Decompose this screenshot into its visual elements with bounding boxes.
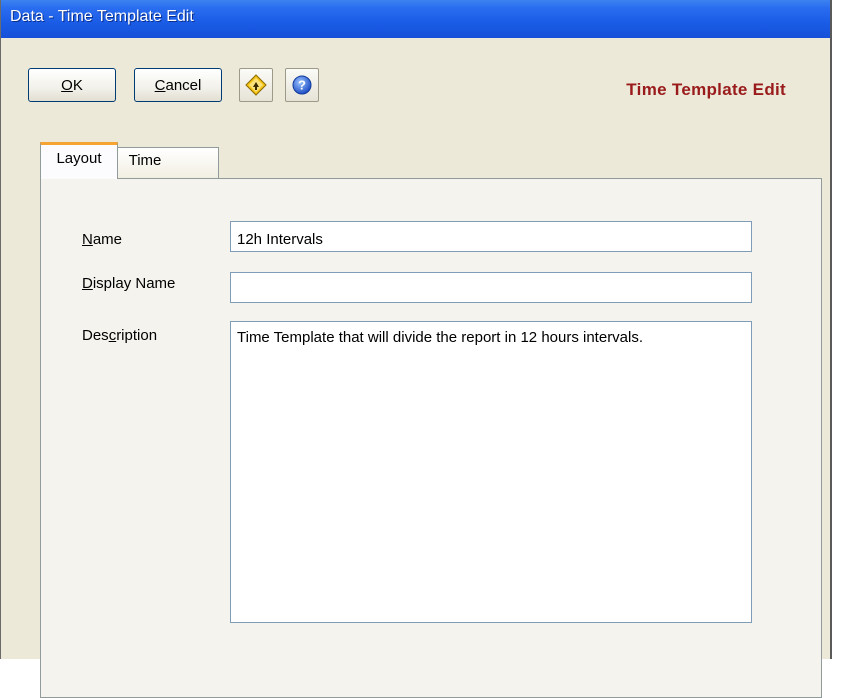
description-label: Description: [82, 327, 158, 344]
dialog-window: Data - Time Template Edit OK Cancel ? Ti…: [0, 0, 832, 698]
cancel-button[interactable]: Cancel: [134, 68, 222, 102]
help-icon: ?: [292, 75, 312, 95]
svg-text:?: ?: [298, 78, 306, 93]
title-bar[interactable]: Data - Time Template Edit: [1, 0, 830, 38]
name-field[interactable]: [230, 221, 752, 252]
tab-time[interactable]: Time: [117, 147, 219, 178]
template-button[interactable]: [239, 68, 273, 102]
page-title: Time Template Edit: [626, 80, 786, 99]
cancel-button-label: Cancel: [154, 76, 202, 94]
display-name-field[interactable]: [230, 272, 752, 303]
window-title: Data - Time Template Edit: [10, 8, 194, 25]
background-strip: [832, 0, 848, 659]
name-label: Name: [82, 231, 123, 248]
ok-button-label: OK: [61, 76, 83, 94]
template-diamond-icon: [245, 74, 267, 96]
help-button[interactable]: ?: [285, 68, 319, 102]
display-name-label: Display Name: [82, 275, 176, 292]
description-field[interactable]: Time Template that will divide the repor…: [230, 321, 752, 623]
ok-button[interactable]: OK: [28, 68, 116, 102]
tab-layout[interactable]: Layout: [40, 142, 118, 179]
